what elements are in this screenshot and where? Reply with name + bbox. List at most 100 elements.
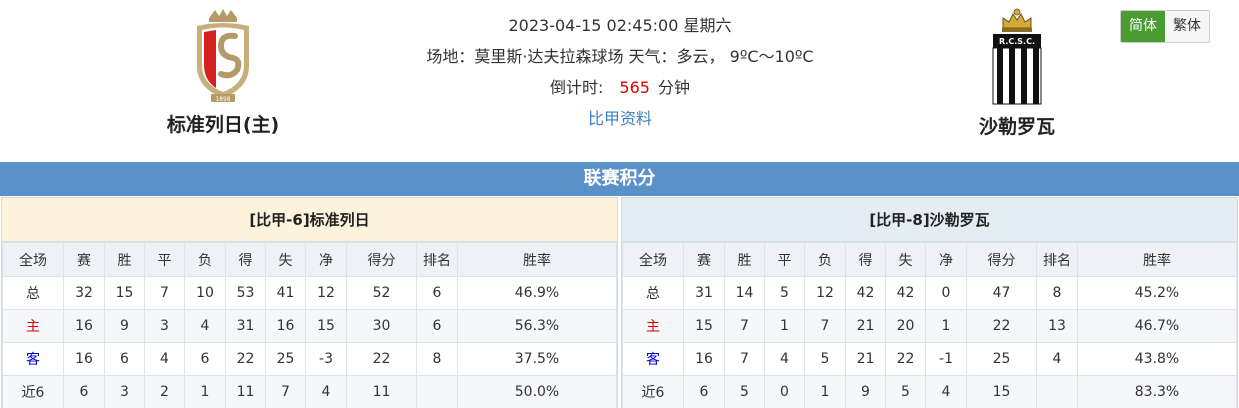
table-cell: 43.8% [1077,342,1237,376]
table-cell: 22 [966,309,1037,343]
countdown-label: 倒计时: [550,78,604,97]
table-cell: 16 [683,342,725,376]
table-cell: 16 [63,309,105,343]
table-cell: 25 [265,342,306,376]
table-cell: 42 [885,276,926,310]
table-cell: 15 [966,375,1037,408]
table-cell: 7 [724,309,765,343]
table-cell: 14 [724,276,765,310]
table-cell: 5 [764,276,805,310]
home-standings-body: 总 32 15 7 10 53 41 12 52 6 46.9% 主 16 9 3 4 31 16 15 30 6 56.… [2,276,617,408]
column-header: 得 [225,242,266,277]
svg-text:R.C.S.C.: R.C.S.C. [999,37,1035,46]
row-label: 客 [622,342,684,376]
table-cell: 13 [1036,309,1078,343]
table-cell: 32 [63,276,105,310]
table-cell: 6 [683,375,725,408]
column-header: 得分 [966,242,1037,277]
table-cell: 11 [225,375,266,408]
svg-text:1898: 1898 [215,96,230,103]
away-team: R.C.S.C. 沙勒罗瓦 [932,0,1102,139]
column-header: 得 [845,242,886,277]
column-header: 失 [265,242,306,277]
column-header: 胜率 [457,242,617,277]
table-cell: 4 [1036,342,1078,376]
home-standings-title: [比甲-6]标准列日 [2,198,617,242]
table-cell: 16 [63,342,105,376]
table-row: 近6 6 5 0 1 9 5 4 15 83.3% [622,375,1237,408]
match-header: 1898 标准列日(主) 2023-04-15 02:45:00 星期六 场地：… [0,0,1239,162]
table-cell: 31 [683,276,725,310]
table-cell: 83.3% [1077,375,1237,408]
table-cell: 11 [346,375,417,408]
table-row: 近6 6 3 2 1 11 7 4 11 50.0% [2,375,617,408]
match-info: 2023-04-15 02:45:00 星期六 场地：莫里斯·达夫拉森球场 天气… [370,12,870,136]
table-cell: 12 [305,276,347,310]
table-cell: 3 [104,375,145,408]
row-label: 主 [2,309,64,343]
table-cell: 42 [845,276,886,310]
column-header: 赛 [683,242,725,277]
column-header: 排名 [416,242,458,277]
table-cell: 16 [265,309,306,343]
table-cell: 53 [225,276,266,310]
table-cell: 5 [724,375,765,408]
traditional-chinese-button[interactable]: 繁体 [1165,11,1209,42]
table-cell: 56.3% [457,309,617,343]
column-header: 胜率 [1077,242,1237,277]
table-cell: 7 [265,375,306,408]
column-header: 排名 [1036,242,1078,277]
table-cell: 2 [144,375,185,408]
column-header: 净 [925,242,967,277]
column-header: 平 [764,242,805,277]
simplified-chinese-button[interactable]: 简体 [1121,11,1165,42]
table-cell: 22 [885,342,926,376]
away-team-name: 沙勒罗瓦 [978,116,1055,138]
table-cell: -3 [305,342,347,376]
table-cell: 22 [346,342,417,376]
row-label: 总 [2,276,64,310]
home-standings-panel: [比甲-6]标准列日 全场赛胜平负得失净得分 排名 胜率 总 32 15 7 10 53 41 1… [1,197,618,408]
table-cell: 25 [966,342,1037,376]
league-info-link[interactable]: 比甲资料 [588,109,652,128]
column-header: 胜 [104,242,145,277]
table-cell: 15 [683,309,725,343]
column-header: 负 [184,242,226,277]
column-header: 净 [305,242,347,277]
column-header: 赛 [63,242,105,277]
table-cell: 9 [845,375,886,408]
table-cell: 10 [184,276,226,310]
home-standings-table: 全场赛胜平负得失净得分 排名 胜率 总 32 15 7 10 53 41 12 52 6 46.9% 主 1… [2,242,617,408]
table-row: 总 31 14 5 12 42 42 0 47 8 45.2% [622,276,1237,310]
table-cell: 1 [764,309,805,343]
table-cell: 1 [184,375,226,408]
table-cell: 21 [845,309,886,343]
column-header: 负 [804,242,846,277]
column-header: 得分 [346,242,417,277]
table-cell: 22 [225,342,266,376]
table-cell: 31 [225,309,266,343]
table-row: 客 16 6 4 6 22 25 -3 22 8 37.5% [2,342,617,376]
away-standings-table: 全场赛胜平负得失净得分 排名 胜率 总 31 14 5 12 42 42 0 47 8 45.2% 主 15… [622,242,1237,408]
standard-liege-crest-icon: 1898 [197,9,249,103]
row-label: 近6 [622,375,684,408]
table-cell: 7 [144,276,185,310]
table-cell: 6 [184,342,226,376]
table-cell [416,375,458,408]
table-row: 客 16 7 4 5 21 22 -1 25 4 43.8% [622,342,1237,376]
countdown-value: 565 [619,78,650,97]
match-venue-weather: 场地：莫里斯·达夫拉森球场 天气：多云， 9ºC～10ºC [426,47,814,66]
home-team-name: 标准列日(主) [166,114,280,136]
column-header: 平 [144,242,185,277]
table-cell: 52 [346,276,417,310]
row-label: 客 [2,342,64,376]
home-team: 1898 标准列日(主) [138,0,308,137]
section-title-standings: 联赛积分 [0,162,1239,196]
table-cell: 7 [804,309,846,343]
table-cell: 3 [144,309,185,343]
row-label: 总 [622,276,684,310]
away-standings-title: [比甲-8]沙勒罗瓦 [622,198,1237,242]
table-cell: 37.5% [457,342,617,376]
column-header: 全场 [622,242,684,277]
table-cell: 15 [305,309,347,343]
